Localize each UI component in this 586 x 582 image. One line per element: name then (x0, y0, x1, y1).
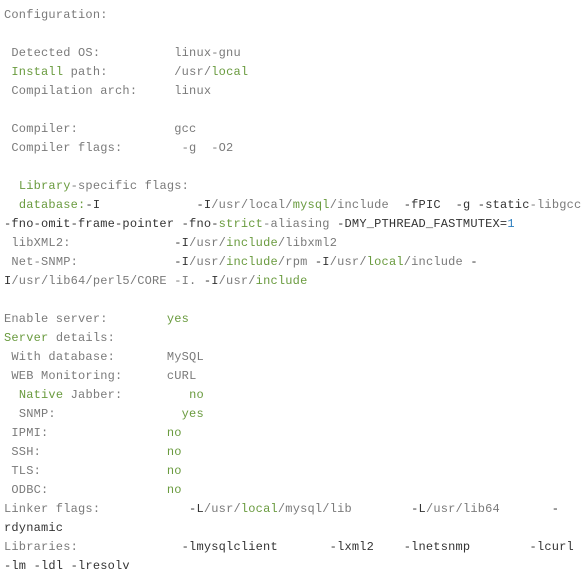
row-web-monitoring: WEB Monitoring: cURL (4, 369, 196, 383)
row-server-details: Server details: (4, 331, 115, 345)
row-linker-flags: Linker flags: -L/usr/local/mysql/lib -L/… (4, 502, 559, 535)
row-snmp: SNMP: yes (4, 407, 204, 421)
row-libxml2: libXML2: -I/usr/include/libxml2 (4, 236, 337, 250)
row-tls: TLS: no (4, 464, 182, 478)
row-database: database:-I -I/usr/local/mysql/include -… (4, 198, 586, 231)
row-install-path: Install path: /usr/local (4, 65, 248, 79)
row-enable-server: Enable server: yes (4, 312, 189, 326)
row-detected-os: Detected OS: linux-gnu (4, 46, 241, 60)
row-compilation-arch: Compilation arch: linux (4, 84, 211, 98)
row-ssh: SSH: no (4, 445, 182, 459)
row-ipmi: IPMI: no (4, 426, 182, 440)
row-libraries: Libraries: -lmysqlclient -lxml2 -lnetsnm… (4, 540, 581, 573)
config-output: Configuration: Detected OS: linux-gnu In… (4, 6, 582, 576)
row-compiler: Compiler: gcc (4, 122, 196, 136)
row-compiler-flags: Compiler flags: -g -O2 (4, 141, 233, 155)
row-netsnmp: Net-SNMP: -I/usr/include/rpm -I/usr/loca… (4, 255, 478, 288)
row-library-specific: Library-specific flags: (4, 179, 189, 193)
row-odbc: ODBC: no (4, 483, 182, 497)
row-with-database: With database: MySQL (4, 350, 204, 364)
row-native-jabber: Native Jabber: no (4, 388, 204, 402)
header: Configuration: (4, 8, 108, 22)
